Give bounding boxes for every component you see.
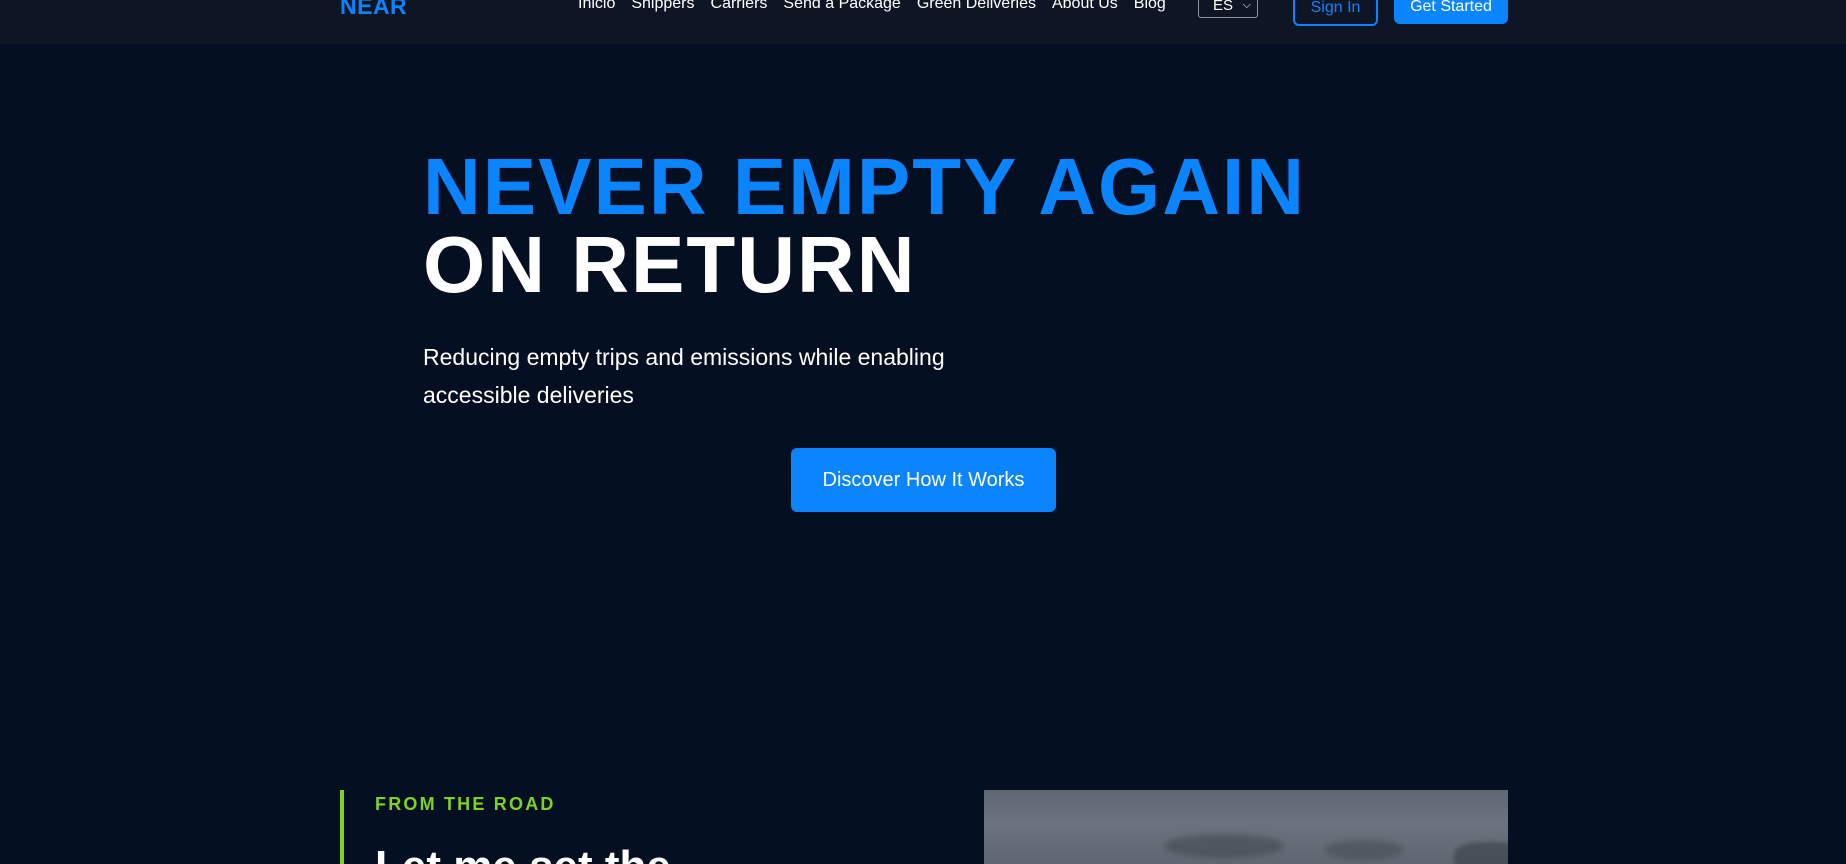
- hero-title: NEVER EMPTY AGAIN ON RETURN: [423, 142, 1307, 309]
- brand-logo[interactable]: NEAR: [340, 0, 407, 18]
- discover-how-it-works-button[interactable]: Discover How It Works: [791, 448, 1056, 512]
- photo-shape: [1454, 842, 1508, 864]
- hero-title-line2: ON RETURN: [423, 220, 917, 309]
- hero-subtitle: Reducing empty trips and emissions while…: [423, 344, 945, 408]
- sign-in-button[interactable]: Sign In: [1293, 0, 1378, 26]
- nav-link-about-us[interactable]: About Us: [1052, 0, 1118, 14]
- language-select-value: ES: [1213, 0, 1234, 14]
- nav-link-send-a-package[interactable]: Send a Package: [783, 0, 900, 14]
- get-started-button[interactable]: Get Started: [1394, 0, 1508, 24]
- navbar: NEAR Inicio Shippers Carriers Send a Pac…: [0, 0, 1846, 43]
- nav-link-green-deliveries[interactable]: Green Deliveries: [917, 0, 1036, 14]
- photo-shape: [1324, 840, 1404, 860]
- photo-shape: [1164, 834, 1284, 858]
- road-photo: [984, 790, 1508, 864]
- nav-link-blog[interactable]: Blog: [1134, 0, 1166, 14]
- nav-links: Inicio Shippers Carriers Send a Package …: [578, 0, 1182, 16]
- section-accent-bar: [340, 790, 344, 864]
- chevron-down-icon: ⌵: [1242, 0, 1251, 11]
- section-heading: Let me set the: [375, 842, 671, 864]
- section-eyebrow: FROM THE ROAD: [375, 794, 556, 814]
- language-select[interactable]: ES ⌵: [1198, 0, 1258, 18]
- hero-title-line1: NEVER EMPTY AGAIN: [423, 142, 1307, 231]
- nav-link-inicio[interactable]: Inicio: [578, 0, 615, 14]
- page: NEAR Inicio Shippers Carriers Send a Pac…: [0, 0, 1846, 864]
- nav-link-carriers[interactable]: Carriers: [711, 0, 768, 14]
- nav-link-shippers[interactable]: Shippers: [631, 0, 694, 14]
